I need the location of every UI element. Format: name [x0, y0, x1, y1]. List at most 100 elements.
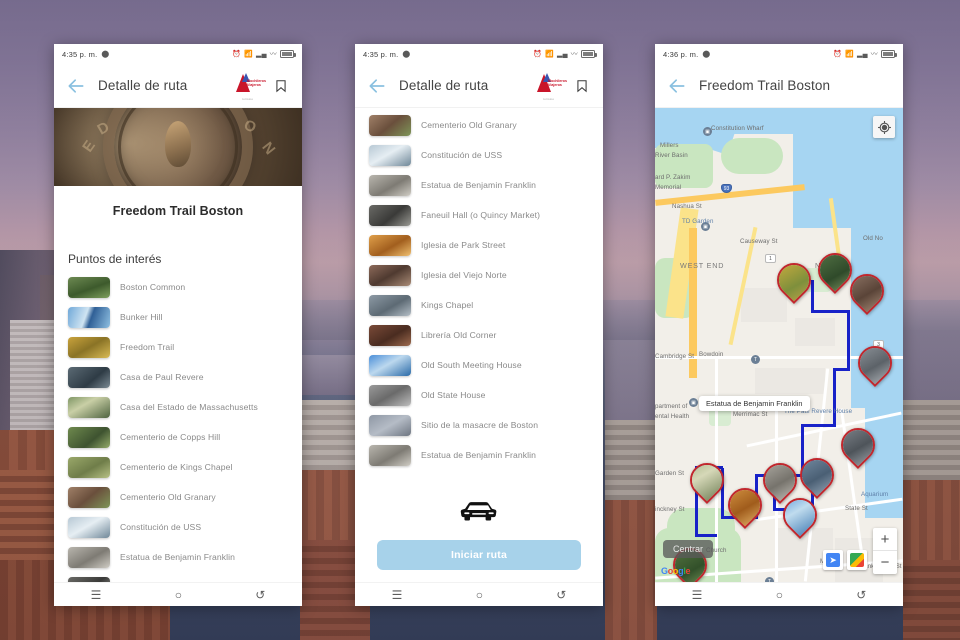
list-item[interactable]: Cementerio Old Granary [355, 110, 603, 140]
list-item[interactable]: Constitución de USS [355, 140, 603, 170]
list-item[interactable]: Old State House [355, 380, 603, 410]
back-arrow-icon[interactable] [365, 74, 389, 98]
list-item[interactable]: Boston Common [54, 272, 302, 302]
poi-label: Kings Chapel [421, 300, 474, 310]
nav-home-icon[interactable]: ○ [175, 589, 182, 601]
map-label: Merrimac St [733, 411, 768, 418]
list-item[interactable]: Cementerio de Kings Chapel [54, 452, 302, 482]
list-item[interactable]: Sitio de la masacre de Boston [355, 410, 603, 440]
bookmark-icon[interactable] [270, 74, 292, 98]
map-label: ental Health [655, 413, 690, 420]
app-logo-text: Mochileros Viajeros [548, 78, 567, 87]
poi-thumbnail [369, 384, 411, 406]
map-label: ard P. Zakim [655, 174, 691, 181]
map-label: Cambridge St [655, 353, 695, 360]
status-bar: 4:36 p. m. ⬤ ⏰ 📶 ▂▄ 〰 [655, 44, 903, 64]
nav-back-icon[interactable]: ↺ [255, 589, 265, 601]
nav-home-icon[interactable]: ○ [776, 589, 783, 601]
phone-map: 4:36 p. m. ⬤ ⏰ 📶 ▂▄ 〰 Freedom Trail Bost… [655, 44, 903, 606]
poi-thumbnail [369, 324, 411, 346]
app-logo: Mochileros Viajeros turismo [234, 71, 270, 101]
list-item[interactable]: Estatua de Benjamin Franklin [355, 170, 603, 200]
list-item[interactable]: Iglesia de Park Street [355, 230, 603, 260]
poi-thumbnail [68, 396, 110, 418]
poi-label: Constitución de USS [421, 150, 503, 160]
poi-label: Iglesia del Viejo Norte [421, 270, 507, 280]
poi-label: Cementerio Old Granary [421, 120, 517, 130]
list-item[interactable]: Estatua de Benjamin Franklin [54, 542, 302, 572]
nav-menu-icon[interactable]: ☰ [392, 589, 403, 601]
route-detail-scroll[interactable]: Cementerio Old Granary Constitución de US… [355, 108, 603, 582]
poi-thumbnail [369, 294, 411, 316]
my-location-icon[interactable] [873, 116, 895, 138]
page-title: Detalle de ruta [399, 78, 489, 93]
nav-back-icon[interactable]: ↺ [856, 589, 866, 601]
phone-route-detail-top: 4:35 p. m. ⬤ ⏰ 📶 ▂▄ 〰 Detalle de ruta Mo… [54, 44, 302, 606]
nav-menu-icon[interactable]: ☰ [692, 589, 703, 601]
map-label: Old No [863, 235, 883, 242]
zoom-in-button[interactable]: + [873, 528, 897, 551]
section-heading-poi: Puntos de interés [68, 252, 162, 266]
map-label: Memorial [655, 184, 682, 191]
poi-label: Bunker Hill [120, 312, 163, 322]
list-item[interactable]: Iglesia del Viejo Norte [355, 260, 603, 290]
poi-thumbnail [68, 276, 110, 298]
map-poi-dot: ▣ [689, 398, 698, 407]
list-item[interactable]: Cementerio Old Granary [54, 482, 302, 512]
vibrate-icon: 〰 [870, 50, 878, 58]
poi-label: Old South Meeting House [421, 360, 522, 370]
nav-home-icon[interactable]: ○ [476, 589, 483, 601]
app-bar: Freedom Trail Boston [655, 64, 903, 108]
center-map-button[interactable]: Centrar [663, 540, 714, 558]
google-maps-icon[interactable] [847, 550, 867, 570]
list-item[interactable]: Kings Chapel [355, 290, 603, 320]
list-item[interactable]: Estatua de Benjamin Franklin [355, 440, 603, 470]
list-item[interactable]: Bunker Hill [54, 302, 302, 332]
start-route-button[interactable]: Iniciar ruta [377, 540, 581, 570]
poi-thumbnail [68, 516, 110, 538]
list-item[interactable]: Librería Old Corner [355, 320, 603, 350]
list-item[interactable]: Casa de Paul Revere [54, 362, 302, 392]
bookmark-icon[interactable] [571, 74, 593, 98]
list-item[interactable]: Old South Meeting House [355, 350, 603, 380]
map-label: River Basin [655, 152, 688, 159]
signal-icon: ▂▄ [857, 50, 868, 58]
dot-icon: ⬤ [702, 50, 711, 58]
zoom-out-button[interactable]: − [873, 551, 897, 574]
list-item[interactable]: Casa del Estado de Massachusetts [54, 392, 302, 422]
poi-label: Boston Common [120, 282, 186, 292]
list-item[interactable]: Cementerio de Copps Hill [54, 422, 302, 452]
list-item[interactable]: Faneuil Hall (o Quincy Market) [355, 200, 603, 230]
zoom-controls: + − [873, 528, 897, 574]
android-nav-bar: ☰ ○ ↺ [655, 582, 903, 606]
back-arrow-icon[interactable] [665, 74, 689, 98]
poi-label: Estatua de Benjamin Franklin [421, 180, 537, 190]
map-label: State St [845, 505, 868, 512]
route-detail-scroll[interactable]: EDON Freedom Trail Boston Puntos de inte… [54, 108, 302, 582]
app-logo-text: Mochileros Viajeros [247, 78, 266, 87]
nav-back-icon[interactable]: ↺ [556, 589, 566, 601]
map-label: Garden St [655, 470, 685, 477]
vibrate-icon: 〰 [570, 50, 578, 58]
list-item[interactable]: Faneuil Hall (o Quincy Market) [54, 572, 302, 582]
car-icon[interactable] [458, 498, 500, 524]
battery-icon [280, 50, 296, 58]
poi-thumbnail [369, 234, 411, 256]
back-arrow-icon[interactable] [64, 74, 88, 98]
list-item[interactable]: Constitución de USS [54, 512, 302, 542]
status-time: 4:36 p. m. [663, 49, 699, 59]
map-label: TD Garden [682, 218, 714, 225]
signal-icon: ▂▄ [557, 50, 568, 58]
app-bar: Detalle de ruta Mochileros Viajeros turi… [355, 64, 603, 108]
map-canvas[interactable]: ▣ ▣ ▣ T T T 93 1 3 93 Constitution Wharf… [655, 108, 903, 582]
battery-icon [881, 50, 897, 58]
map-label: Causeway St [740, 238, 778, 245]
map-label: WEST END [680, 261, 725, 270]
map-label: partment of [655, 403, 688, 410]
nav-menu-icon[interactable]: ☰ [91, 589, 102, 601]
app-logo-subtext: turismo [543, 96, 555, 101]
page-title: Detalle de ruta [98, 78, 188, 93]
directions-icon[interactable]: ➤ [823, 550, 843, 570]
wifi-icon: 📶 [845, 50, 855, 58]
list-item[interactable]: Freedom Trail [54, 332, 302, 362]
